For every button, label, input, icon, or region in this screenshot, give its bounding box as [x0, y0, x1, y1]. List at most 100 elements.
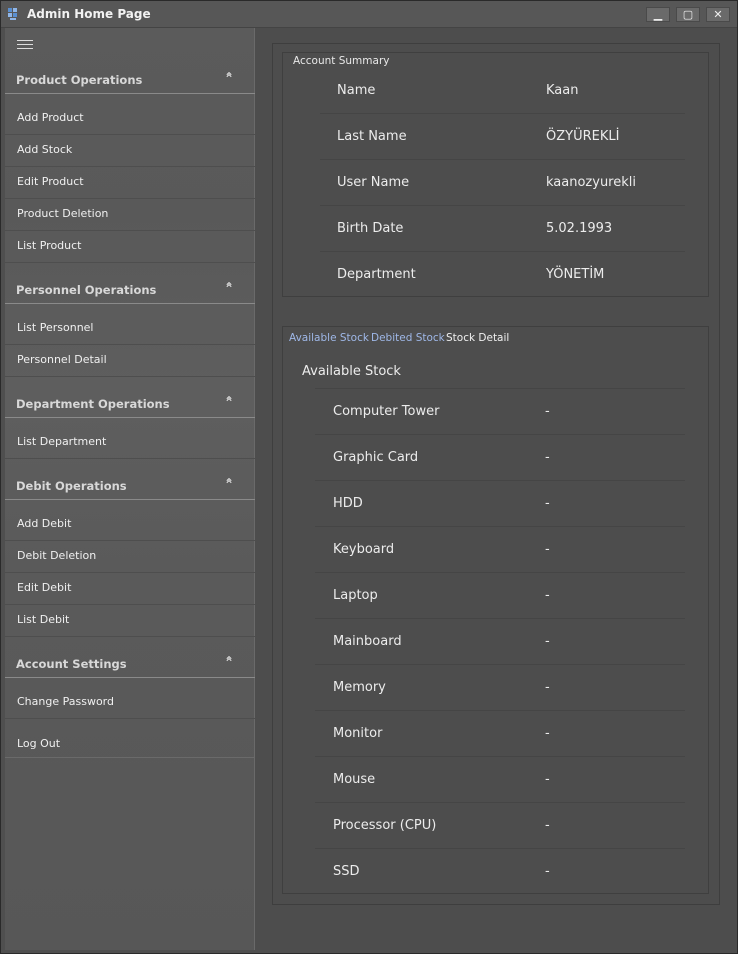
- divider: [315, 848, 685, 849]
- stock-row: Graphic Card -: [315, 450, 705, 496]
- tab-available-stock[interactable]: Available Stock: [289, 332, 369, 344]
- collapse-icon[interactable]: ⌃ ⌃: [224, 70, 234, 98]
- sidebar-item-label: Add Debit: [17, 517, 72, 530]
- stock-item-label: HDD: [333, 496, 363, 511]
- sidebar-item-log-out[interactable]: Log Out: [5, 719, 255, 758]
- group-header-debit-operations[interactable]: Debit Operations ⌃ ⌃: [5, 476, 255, 500]
- divider: [320, 251, 685, 252]
- stock-row: SSD -: [315, 864, 705, 910]
- sidebar-item-label: Add Product: [17, 111, 84, 124]
- field-value: ÖZYÜREKLİ: [546, 129, 620, 144]
- sidebar-item-label: Edit Product: [17, 175, 84, 188]
- sidebar-item-label: List Product: [17, 239, 82, 252]
- stock-item-value: -: [545, 772, 550, 787]
- divider: [315, 526, 685, 527]
- stock-item-label: Computer Tower: [333, 404, 440, 419]
- sidebar-item-edit-debit[interactable]: Edit Debit: [5, 573, 255, 605]
- sidebar-item-label: List Personnel: [17, 321, 94, 334]
- divider: [315, 664, 685, 665]
- stock-row: Laptop -: [315, 588, 705, 634]
- sidebar-item-debit-deletion[interactable]: Debit Deletion: [5, 541, 255, 573]
- hamburger-icon[interactable]: [17, 40, 33, 50]
- sidebar: Product Operations ⌃ ⌃ Add Product Add St…: [5, 28, 255, 950]
- app-icon: [8, 8, 17, 20]
- collapse-icon[interactable]: ⌃ ⌃: [224, 394, 234, 422]
- field-value: Kaan: [546, 83, 579, 98]
- stock-row: Mouse -: [315, 772, 705, 818]
- stock-row: Computer Tower -: [315, 404, 705, 450]
- stock-row: Monitor -: [315, 726, 705, 772]
- stock-item-value: -: [545, 818, 550, 833]
- field-label: User Name: [337, 175, 410, 190]
- divider: [315, 572, 685, 573]
- stock-item-value: -: [545, 634, 550, 649]
- account-row-name: Name Kaan: [293, 83, 693, 129]
- divider: [320, 205, 685, 206]
- sidebar-item-label: Debit Deletion: [17, 549, 97, 562]
- stock-row: Mainboard -: [315, 634, 705, 680]
- divider: [315, 480, 685, 481]
- field-label: Name: [337, 83, 376, 98]
- divider: [315, 802, 685, 803]
- stock-row: Keyboard -: [315, 542, 705, 588]
- stock-item-label: Monitor: [333, 726, 383, 741]
- sidebar-item-list-personnel[interactable]: List Personnel: [5, 313, 255, 345]
- field-value: kaanozyurekli: [546, 175, 636, 190]
- stock-item-value: -: [545, 450, 550, 465]
- divider: [315, 756, 685, 757]
- sidebar-item-label: Personnel Detail: [17, 353, 107, 366]
- group-header-product-operations[interactable]: Product Operations ⌃ ⌃: [5, 70, 255, 94]
- account-row-birth-date: Birth Date 5.02.1993: [293, 221, 693, 267]
- field-label: Department: [337, 267, 416, 282]
- account-row-user-name: User Name kaanozyurekli: [293, 175, 693, 221]
- app-window: Admin Home Page ▁ ▢ ✕ Product Operations…: [0, 0, 738, 954]
- account-row-last-name: Last Name ÖZYÜREKLİ: [293, 129, 693, 175]
- stock-item-value: -: [545, 404, 550, 419]
- sidebar-item-label: Change Password: [17, 695, 114, 708]
- sidebar-item-label: Edit Debit: [17, 581, 72, 594]
- sidebar-item-add-debit[interactable]: Add Debit: [5, 509, 255, 541]
- stock-item-label: Graphic Card: [333, 450, 419, 465]
- group-header-account-settings[interactable]: Account Settings ⌃ ⌃: [5, 654, 255, 678]
- divider: [315, 388, 685, 389]
- sidebar-item-list-department[interactable]: List Department: [5, 427, 255, 459]
- sidebar-item-list-product[interactable]: List Product: [5, 231, 255, 263]
- minimize-button[interactable]: ▁: [646, 7, 670, 22]
- collapse-icon[interactable]: ⌃ ⌃: [224, 476, 234, 504]
- tab-debited-stock[interactable]: Debited Stock: [371, 332, 445, 344]
- stock-item-value: -: [545, 496, 550, 511]
- divider: [320, 113, 685, 114]
- sidebar-item-product-deletion[interactable]: Product Deletion: [5, 199, 255, 231]
- stock-item-value: -: [545, 588, 550, 603]
- collapse-icon[interactable]: ⌃ ⌃: [224, 280, 234, 308]
- tab-stock-detail[interactable]: Stock Detail: [446, 332, 509, 344]
- stock-item-label: Mainboard: [333, 634, 402, 649]
- sidebar-item-change-password[interactable]: Change Password: [5, 687, 255, 719]
- collapse-icon[interactable]: ⌃ ⌃: [224, 654, 234, 682]
- field-label: Birth Date: [337, 221, 404, 236]
- close-button[interactable]: ✕: [706, 7, 730, 22]
- sidebar-item-label: Log Out: [17, 737, 61, 750]
- maximize-button[interactable]: ▢: [676, 7, 700, 22]
- stock-row: HDD -: [315, 496, 705, 542]
- group-header-personnel-operations[interactable]: Personnel Operations ⌃ ⌃: [5, 280, 255, 304]
- sidebar-item-add-stock[interactable]: Add Stock: [5, 135, 255, 167]
- sidebar-item-label: List Debit: [17, 613, 70, 626]
- stock-item-label: Mouse: [333, 772, 376, 787]
- group-header-department-operations[interactable]: Department Operations ⌃ ⌃: [5, 394, 255, 418]
- divider: [320, 159, 685, 160]
- stock-item-value: -: [545, 680, 550, 695]
- divider: [315, 618, 685, 619]
- sidebar-item-edit-product[interactable]: Edit Product: [5, 167, 255, 199]
- sidebar-item-personnel-detail[interactable]: Personnel Detail: [5, 345, 255, 377]
- account-summary-title: Account Summary: [293, 55, 390, 67]
- stock-row: Memory -: [315, 680, 705, 726]
- title-bar[interactable]: Admin Home Page ▁ ▢ ✕: [1, 1, 737, 28]
- sidebar-item-add-product[interactable]: Add Product: [5, 103, 255, 135]
- stock-row: Processor (CPU) -: [315, 818, 705, 864]
- stock-item-label: Memory: [333, 680, 386, 695]
- sidebar-item-list-debit[interactable]: List Debit: [5, 605, 255, 637]
- group-title: Account Settings: [16, 657, 127, 671]
- sidebar-item-label: Product Deletion: [17, 207, 109, 220]
- group-title: Personnel Operations: [16, 283, 157, 297]
